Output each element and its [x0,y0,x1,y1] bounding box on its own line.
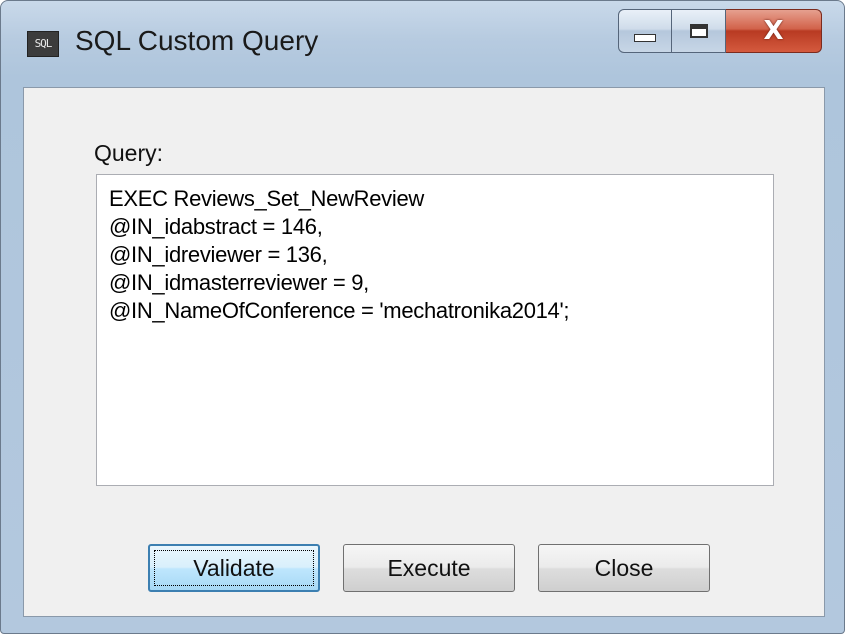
validate-button-label: Validate [193,554,275,581]
execute-button[interactable]: Execute [343,544,515,592]
caption-buttons: X [618,9,822,53]
close-button[interactable]: Close [538,544,710,592]
dialog-client-area: Query: EXEC Reviews_Set_NewReview @IN_id… [23,87,825,617]
minimize-icon [634,34,656,42]
close-window-button[interactable]: X [726,9,822,53]
window-title: SQL Custom Query [75,25,319,56]
query-textarea[interactable]: EXEC Reviews_Set_NewReview @IN_idabstrac… [96,174,774,486]
sql-app-icon[interactable]: SQL [27,31,59,57]
query-label: Query: [94,140,164,166]
validate-button[interactable]: Validate [148,544,320,592]
minimize-button[interactable] [618,9,672,53]
button-row: Validate Execute Close [148,544,710,592]
dialog-window: SQL SQL Custom Query X Query: EXEC Revie… [0,0,845,634]
close-icon: X [763,16,784,46]
title-bar[interactable]: SQL SQL Custom Query X [1,1,844,87]
maximize-icon [689,24,708,38]
execute-button-label: Execute [387,554,471,581]
maximize-button[interactable] [672,9,726,53]
close-button-label: Close [594,554,654,581]
